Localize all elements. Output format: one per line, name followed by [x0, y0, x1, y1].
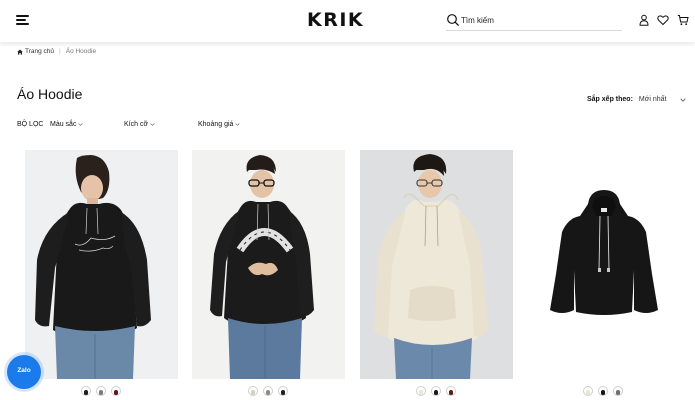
color-swatch[interactable] [247, 386, 258, 396]
account-icon[interactable] [638, 14, 650, 26]
search-icon[interactable] [446, 13, 460, 27]
breadcrumb: Trang chủ | Áo Hoodie [17, 48, 96, 55]
color-swatch[interactable] [597, 386, 608, 396]
color-swatch[interactable] [612, 386, 623, 396]
color-swatch[interactable] [445, 386, 456, 396]
color-swatch[interactable] [430, 386, 441, 396]
color-swatches [245, 386, 290, 398]
product-image-black-hoodie-flat[interactable] [528, 150, 681, 379]
filter-price[interactable]: Khoảng giá [198, 121, 241, 128]
product-card[interactable] [360, 150, 513, 379]
breadcrumb-separator: | [59, 48, 61, 55]
sort-label: Sắp xếp theo: [587, 96, 633, 103]
product-card[interactable] [192, 150, 345, 379]
wishlist-heart-icon[interactable] [657, 14, 669, 26]
chevron-down-icon [78, 123, 84, 126]
color-swatch[interactable] [582, 386, 593, 396]
color-swatch[interactable] [95, 386, 106, 396]
sort-value[interactable]: Mới nhất [639, 96, 677, 103]
product-card[interactable] [528, 150, 681, 379]
sort-dropdown[interactable]: Sắp xếp theo: Mới nhất [587, 96, 686, 103]
chevron-down-icon[interactable] [680, 97, 686, 103]
home-icon [17, 49, 23, 55]
filter-color[interactable]: Màu sắc [50, 121, 84, 128]
search-input[interactable] [461, 12, 619, 28]
breadcrumb-current: Áo Hoodie [65, 48, 97, 55]
color-swatches [78, 386, 123, 398]
filter-title: BỘ LỌC [17, 121, 44, 128]
filter-size[interactable]: Kích cỡ [124, 121, 155, 128]
color-swatch[interactable] [277, 386, 288, 396]
cart-icon[interactable] [677, 14, 689, 26]
breadcrumb-home-link[interactable]: Trang chủ [25, 48, 54, 55]
color-swatch[interactable] [110, 386, 121, 396]
product-card[interactable] [25, 150, 178, 379]
color-swatch[interactable] [415, 386, 426, 396]
color-swatch[interactable] [80, 386, 91, 396]
product-image-cream-hoodie[interactable] [360, 150, 513, 379]
product-image-black-hoodie-arch-logo[interactable] [192, 150, 345, 379]
color-swatches [413, 386, 458, 398]
color-swatches [580, 386, 625, 398]
zalo-label: Zalo [17, 367, 31, 374]
chevron-down-icon [150, 123, 155, 126]
page-title: Áo Hoodie [17, 86, 83, 102]
color-swatch[interactable] [262, 386, 273, 396]
site-header: KRIK [0, 0, 695, 42]
search-bar[interactable] [446, 12, 622, 31]
product-image-black-hoodie-print[interactable] [25, 150, 178, 379]
site-logo[interactable]: KRIK [307, 9, 364, 31]
zalo-chat-button[interactable]: Zalo [7, 355, 41, 389]
chevron-down-icon [235, 123, 241, 126]
hamburger-menu-icon[interactable] [16, 14, 30, 26]
